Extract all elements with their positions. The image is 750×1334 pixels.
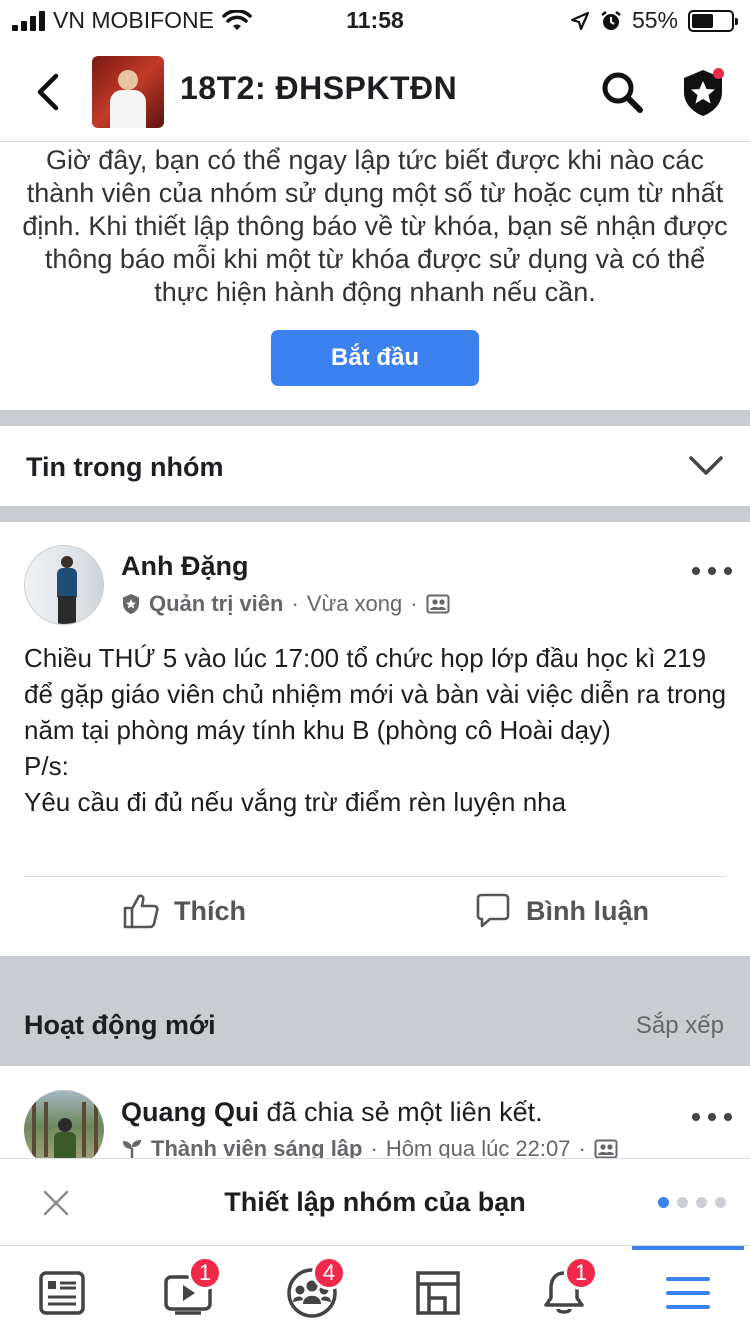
activity-action: đã chia sẻ một liên kết. [266,1097,543,1127]
status-bar: VN MOBIFONE 11:58 55% [0,0,750,40]
like-button[interactable]: Thích [122,892,246,930]
tab-groups[interactable]: 4 [272,1256,352,1328]
post-options-icon[interactable] [692,564,732,578]
group-header: 18T2: ĐHSPKTĐN [0,40,750,142]
app-screen: VN MOBIFONE 11:58 55% 18T2: ĐHSPKTĐN Giờ… [0,0,750,1334]
meta-separator: · [410,591,418,616]
watch-badge: 1 [188,1256,222,1290]
get-started-button[interactable]: Bắt đầu [271,330,479,386]
battery-level [692,13,713,28]
divider [0,410,750,426]
page-dot [658,1197,669,1208]
search-icon[interactable] [600,70,644,114]
group-title[interactable]: 18T2: ĐHSPKTĐN [180,70,457,107]
group-posts-section-toggle[interactable]: Tin trong nhóm [0,426,750,506]
back-arrow-icon[interactable] [30,70,70,114]
admin-badge-icon [123,594,139,614]
post-text-line: Chiều THỨ 5 vào lúc 17:00 tổ chức họp lớ… [24,643,734,745]
sprout-icon [123,1140,141,1159]
members-privacy-icon [594,1139,618,1159]
post-body: Chiều THỨ 5 vào lúc 17:00 tổ chức họp lớ… [24,640,730,820]
admin-tools-button[interactable] [678,66,728,118]
activity-author-name[interactable]: Quang Qui [121,1097,259,1127]
marketplace-icon [416,1271,460,1315]
location-icon [570,11,590,30]
status-right: 55% [570,7,738,34]
battery-icon [688,9,738,32]
divider [0,506,750,522]
groups-badge: 4 [312,1256,346,1290]
post-meta: Quản trị viên · Vừa xong · [121,591,450,617]
page-dot [715,1197,726,1208]
group-setup-banner[interactable]: Thiết lập nhóm của bạn [0,1158,750,1246]
comment-bubble-icon [476,893,510,928]
post-divider [24,876,726,877]
notification-dot [713,68,724,79]
activity-headline: Quang Qui đã chia sẻ một liên kết. [121,1097,543,1128]
chevron-down-icon [689,456,723,475]
like-label: Thích [174,895,246,926]
post-text-line: P/s: [24,751,69,781]
page-dot [677,1197,688,1208]
page-indicator [658,1197,726,1208]
menu-hamburger-icon [666,1277,710,1309]
comment-label: Bình luận [526,895,649,926]
tab-marketplace[interactable] [398,1258,478,1328]
recent-activity-header: Hoạt động mới Sắp xếp [0,956,750,1066]
tab-watch[interactable]: 1 [148,1256,228,1328]
alarm-icon [601,10,621,30]
activity-options-icon[interactable] [692,1110,732,1124]
tab-menu[interactable] [648,1258,728,1328]
post-text-line: Yêu cầu đi đủ nếu vắng trừ điểm rèn luyệ… [24,787,567,817]
tab-notifications[interactable]: 1 [524,1256,604,1328]
news-feed-icon [39,1271,85,1315]
sort-button[interactable]: Sắp xếp [636,1012,724,1040]
members-privacy-icon [426,594,450,614]
meta-separator: · [291,591,299,616]
author-role: Quản trị viên [149,591,284,616]
active-tab-indicator [632,1246,744,1250]
post-time[interactable]: Vừa xong [307,591,402,617]
bottom-tab-bar: 1 4 1 [0,1246,750,1334]
tab-news-feed[interactable] [22,1258,102,1328]
notifications-badge: 1 [564,1256,598,1290]
activity-title: Hoạt động mới [24,1010,216,1040]
comment-button[interactable]: Bình luận [474,892,649,930]
page-dot [696,1197,707,1208]
keyword-alerts-description: Giờ đây, bạn có thể ngay lập tức biết đư… [22,145,728,307]
group-cover-thumbnail[interactable] [92,56,164,128]
setup-banner-title: Thiết lập nhóm của bạn [224,1187,526,1217]
section-title: Tin trong nhóm [26,452,224,482]
post-author-name[interactable]: Anh Đặng [121,551,249,582]
battery-percent: 55% [631,7,678,33]
author-avatar[interactable] [24,545,104,625]
thumbs-up-icon [123,894,159,929]
